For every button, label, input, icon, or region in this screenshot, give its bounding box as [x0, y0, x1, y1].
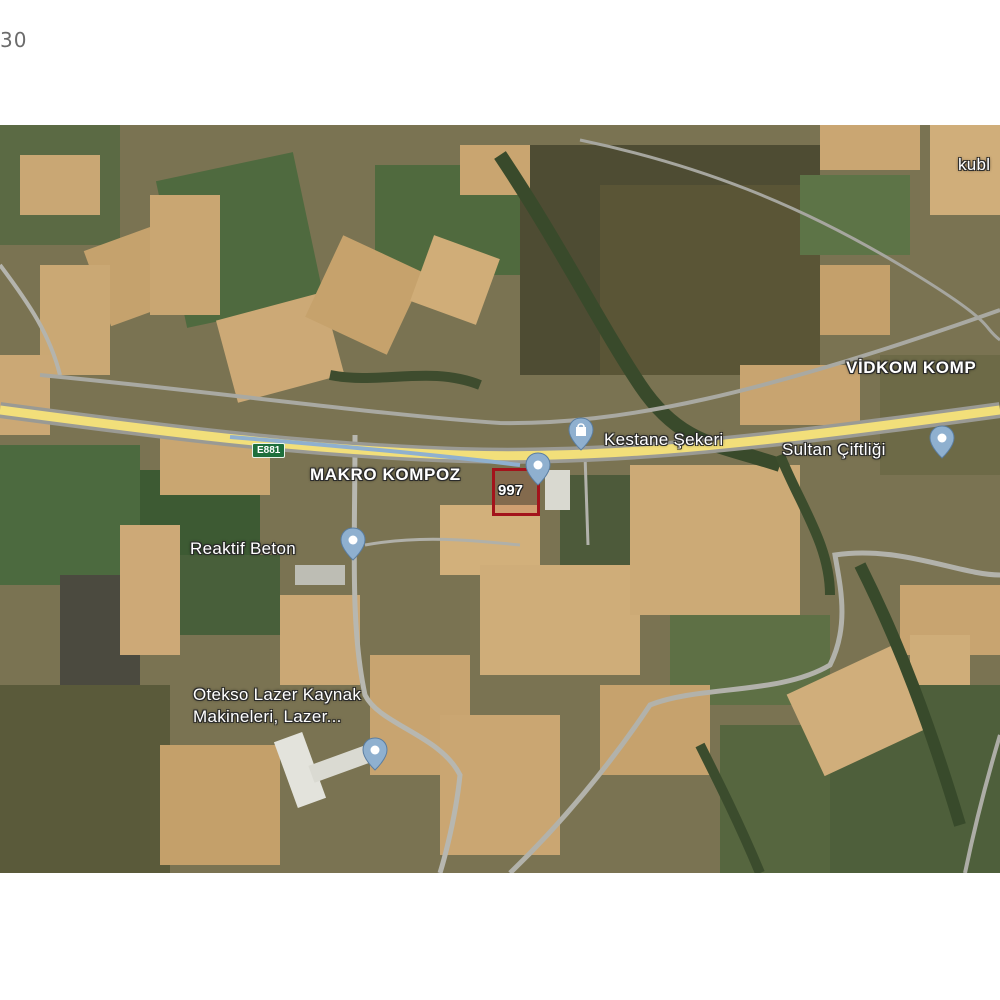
- location-pin-icon[interactable]: [362, 737, 388, 771]
- place-label-otekso-line1[interactable]: Otekso Lazer Kaynak: [193, 685, 361, 705]
- location-pin-icon[interactable]: [929, 425, 955, 459]
- corner-label: 30: [0, 28, 28, 52]
- parcel-number: 997: [498, 482, 524, 499]
- place-label-otekso-line2[interactable]: Makineleri, Lazer...: [193, 707, 342, 727]
- place-label-vidkom[interactable]: VİDKOM KOMP: [846, 358, 976, 378]
- location-pin-icon[interactable]: [340, 527, 366, 561]
- road-shield-e881: E881: [252, 443, 286, 458]
- satellite-map[interactable]: E881 kubl VİDKOM KOMP Kestane Şekeri Sul…: [0, 125, 1000, 873]
- place-label-kubl[interactable]: kubl: [958, 155, 990, 175]
- shopping-bag-pin-icon[interactable]: [568, 417, 594, 451]
- place-label-sultan-ciftligi[interactable]: Sultan Çiftliği: [782, 440, 886, 460]
- place-label-kestane-sekeri[interactable]: Kestane Şekeri: [604, 430, 724, 450]
- location-pin-icon[interactable]: [525, 452, 551, 486]
- place-label-reaktif-beton[interactable]: Reaktif Beton: [190, 539, 296, 559]
- place-label-makro-kompoz[interactable]: MAKRO KOMPOZ: [310, 465, 461, 485]
